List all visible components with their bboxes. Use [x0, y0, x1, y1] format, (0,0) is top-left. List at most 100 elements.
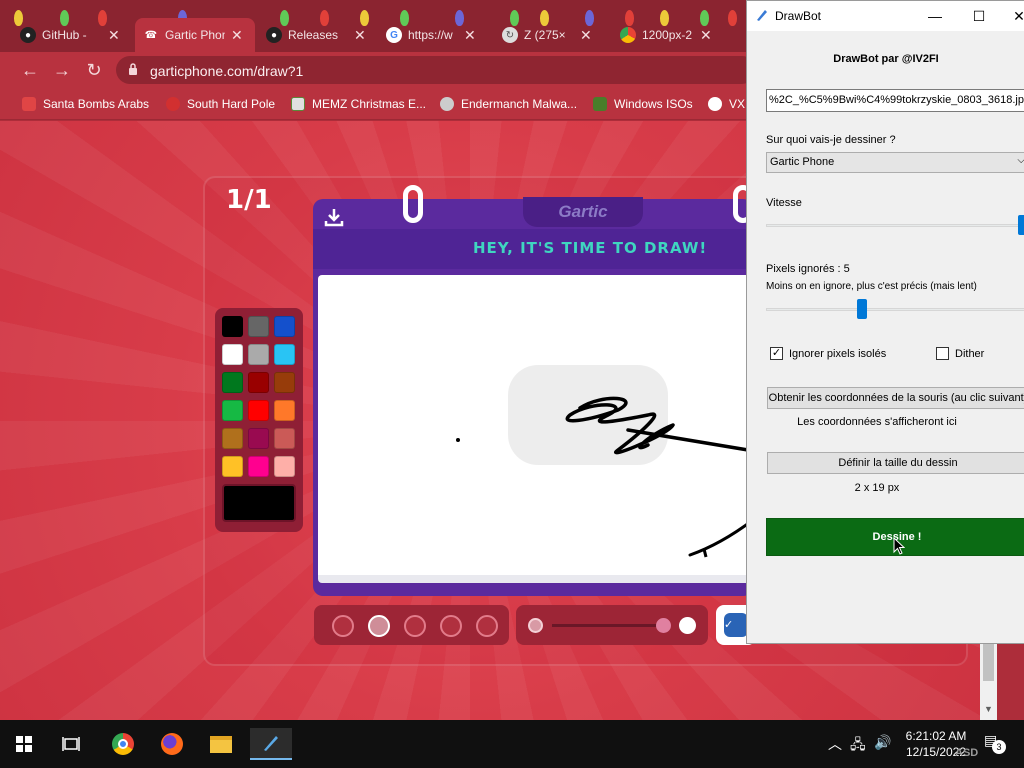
ink-dot	[456, 438, 460, 442]
color-swatch-orange[interactable]	[274, 400, 295, 421]
pixels-skipped-hint: Moins on en ignore, plus c'est précis (m…	[766, 281, 977, 292]
color-swatch-black[interactable]	[222, 316, 243, 337]
tab-title: https://w	[408, 28, 453, 42]
tab-image[interactable]: ↻ Z (275× ✕	[494, 18, 604, 52]
bookmark-windows-isos[interactable]: Windows ISOs	[593, 94, 693, 114]
color-swatch-purple[interactable]	[248, 428, 269, 449]
color-swatch-green[interactable]	[222, 400, 243, 421]
window-titlebar[interactable]: DrawBot — ☐ ✕	[747, 1, 1024, 31]
color-swatch-dark-red[interactable]	[248, 372, 269, 393]
slider-track[interactable]	[552, 624, 664, 627]
close-tab-icon[interactable]: ✕	[464, 27, 476, 44]
bookmark-label: Windows ISOs	[614, 97, 693, 111]
tab-github[interactable]: ● GitHub - ✕	[12, 18, 132, 52]
image-path-input[interactable]: %2C_%C5%9Bwi%C4%99tokrzyskie_0803_3618.j…	[766, 89, 1024, 112]
download-icon[interactable]	[323, 207, 345, 227]
slider-thumb[interactable]	[1018, 215, 1024, 235]
close-tab-icon[interactable]: ✕	[580, 27, 592, 44]
chevron-down-icon: ⌵	[1017, 155, 1024, 166]
slider-max-icon	[679, 617, 696, 634]
address-bar[interactable]: garticphone.com/draw?1	[116, 56, 834, 84]
close-tab-icon[interactable]: ✕	[354, 27, 366, 44]
chrome-taskbar-button[interactable]	[107, 728, 139, 760]
firefox-taskbar-button[interactable]	[156, 728, 188, 760]
drawbot-taskbar-button[interactable]	[250, 728, 292, 760]
target-label: Sur quoi vais-je dessiner ?	[766, 134, 896, 146]
minimize-icon[interactable]: —	[925, 6, 945, 26]
file-explorer-button[interactable]	[205, 728, 237, 760]
dither-checkbox[interactable]: Dither	[936, 347, 984, 360]
window-title: DrawBot	[775, 9, 822, 23]
drawing-canvas[interactable]	[318, 275, 753, 583]
get-coordinates-button[interactable]: Obtenir les coordonnées de la souris (au…	[767, 387, 1024, 409]
slider-handle[interactable]	[656, 618, 671, 633]
tab-chrome-logo[interactable]: 1200px-2 ✕	[612, 18, 732, 52]
network-icon[interactable]: 🖧	[850, 734, 866, 758]
close-tab-icon[interactable]: ✕	[700, 27, 712, 44]
color-swatch-pink[interactable]	[248, 456, 269, 477]
task-view-icon	[62, 737, 80, 751]
brush-size-3[interactable]	[404, 615, 426, 637]
checkbox-box[interactable]	[936, 347, 949, 360]
tab-title: 1200px-2	[642, 28, 693, 42]
back-arrow-icon[interactable]: ←	[20, 60, 40, 80]
bookmark-vx[interactable]: VX	[708, 94, 745, 114]
ignore-isolated-checkbox[interactable]: ✓ Ignorer pixels isolés	[770, 347, 886, 360]
color-swatch-light-gray[interactable]	[248, 344, 269, 365]
github-icon: ●	[266, 27, 282, 43]
scrollbar-thumb[interactable]	[983, 641, 994, 681]
brush-size-4[interactable]	[440, 615, 462, 637]
scroll-down-icon[interactable]: ▼	[984, 704, 993, 714]
chevron-up-icon[interactable]: ︿	[828, 734, 842, 754]
notifications-icon[interactable]: ▤ 3	[984, 732, 1006, 754]
slider-thumb[interactable]	[857, 299, 867, 319]
color-swatch-ochre[interactable]	[222, 428, 243, 449]
pencil-icon	[264, 736, 278, 751]
coordinates-output: Les coordonnées s'afficheront ici	[797, 416, 957, 428]
color-swatch-light-blue[interactable]	[274, 344, 295, 365]
task-view-button[interactable]	[55, 728, 87, 760]
slider-min-icon	[528, 618, 543, 633]
set-size-button[interactable]: Définir la taille du dessin	[767, 452, 1024, 474]
color-swatch-yellow[interactable]	[222, 456, 243, 477]
color-swatch-brown[interactable]	[274, 372, 295, 393]
close-icon[interactable]: ✕	[1009, 6, 1024, 26]
color-swatch-red[interactable]	[248, 400, 269, 421]
pixels-skipped-slider[interactable]	[766, 297, 1024, 321]
forward-arrow-icon[interactable]: →	[52, 60, 72, 80]
start-button[interactable]	[8, 728, 40, 760]
watermark: ASD	[955, 747, 979, 759]
gartic-logo: Gartic	[523, 197, 643, 227]
selected-color-preview[interactable]	[222, 484, 296, 522]
drawbot-window: DrawBot — ☐ ✕ DrawBot par @IV2FI %2C_%C5…	[746, 0, 1024, 644]
checkbox-box[interactable]: ✓	[770, 347, 783, 360]
skull-icon	[708, 97, 722, 111]
bookmark-endermanch-malware[interactable]: Endermanch Malwa...	[440, 94, 577, 114]
bookmark-memz-christmas[interactable]: MEMZ Christmas E...	[291, 94, 426, 114]
color-swatch-dark-green[interactable]	[222, 372, 243, 393]
volume-icon[interactable]: 🔊	[874, 734, 891, 751]
bookmark-south-hard-pole[interactable]: South Hard Pole	[166, 94, 275, 114]
close-tab-icon[interactable]: ✕	[108, 27, 120, 44]
color-swatch-salmon[interactable]	[274, 428, 295, 449]
color-swatch-white[interactable]	[222, 344, 243, 365]
tab-releases[interactable]: ● Releases ✕	[258, 18, 378, 52]
target-dropdown[interactable]: Gartic Phone ⌵	[766, 152, 1024, 173]
tab-gartic-phone[interactable]: ☎ Gartic Phone ✕	[135, 18, 255, 52]
bookmark-santa-bombs-arabs[interactable]: Santa Bombs Arabs	[22, 94, 149, 114]
color-swatch-blue[interactable]	[274, 316, 295, 337]
maximize-icon[interactable]: ☐	[969, 6, 989, 26]
bookmark-label: Santa Bombs Arabs	[43, 97, 150, 111]
brush-size-5[interactable]	[476, 615, 498, 637]
tab-google-search[interactable]: G https://w ✕	[378, 18, 488, 52]
color-swatch-peach[interactable]	[274, 456, 295, 477]
close-tab-icon[interactable]: ✕	[231, 27, 243, 44]
reload-icon[interactable]: ↻	[84, 60, 104, 80]
opacity-slider[interactable]	[516, 605, 708, 645]
brush-size-1[interactable]	[332, 615, 354, 637]
speed-slider[interactable]	[766, 213, 1024, 237]
brush-size-2[interactable]	[368, 615, 390, 637]
color-swatch-gray[interactable]	[248, 316, 269, 337]
windows-taskbar: ︿ 🖧 🔊 6:21:02 AM 12/15/2022 ▤ 3	[0, 720, 1024, 768]
checkbox-label: Ignorer pixels isolés	[789, 347, 887, 360]
